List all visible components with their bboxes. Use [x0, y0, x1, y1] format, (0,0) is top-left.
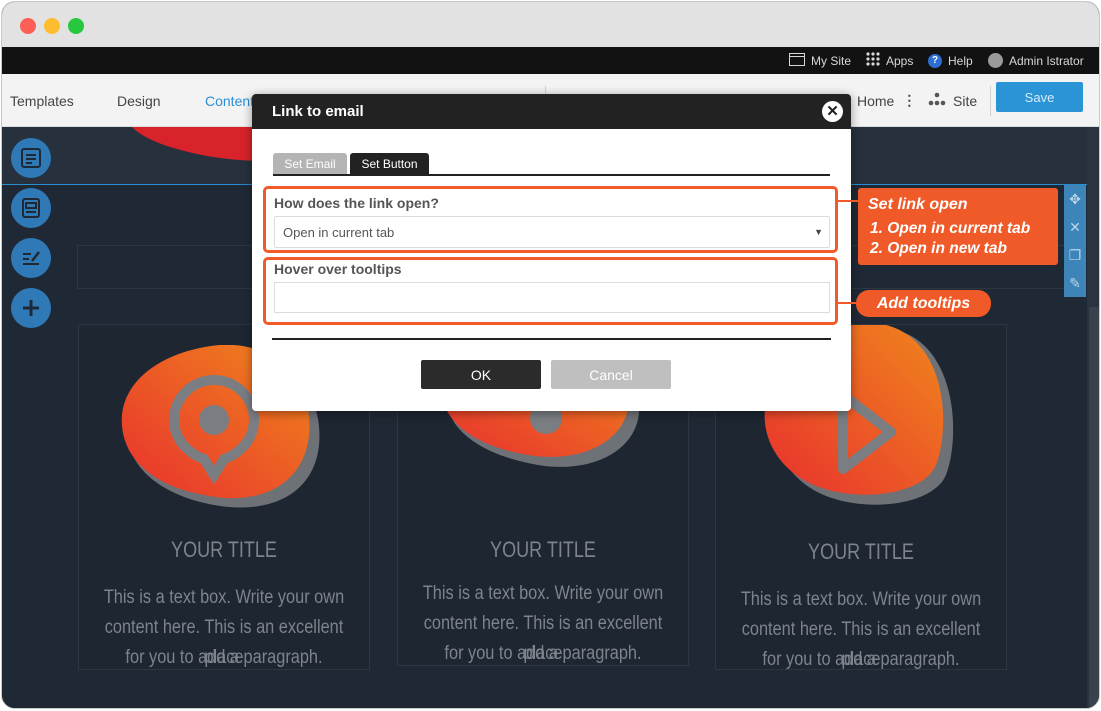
top-admin-bar: My Site Apps ? Help Admin Istrator	[2, 47, 1099, 74]
dialog-tabs: Set Email Set Button	[273, 153, 830, 176]
user-name: Admin Istrator	[1009, 53, 1084, 68]
plus-icon	[23, 300, 39, 316]
callout-set-link-open: Set link open 1. Open in current tab 2. …	[858, 188, 1058, 265]
site-tree-icon	[928, 92, 946, 109]
callout-option: 1. Open in current tab	[870, 220, 1031, 237]
minimize-window-button[interactable]	[44, 18, 60, 34]
site-label: Site	[953, 92, 978, 109]
page-layout-button[interactable]	[11, 138, 51, 178]
callout-title: Set link open	[868, 196, 968, 213]
cancel-button[interactable]: Cancel	[551, 360, 671, 389]
sections-button[interactable]	[11, 188, 51, 228]
edit-icon[interactable]: ✎	[1064, 269, 1086, 297]
card-text-line: This is a text box. Write your own	[422, 583, 664, 604]
apps-label: Apps	[886, 53, 914, 68]
save-button[interactable]: Save	[996, 82, 1083, 112]
user-menu[interactable]: Admin Istrator	[988, 47, 1084, 74]
card-text-line: This is a text box. Write your own	[103, 587, 345, 608]
callout-option: 2. Open in new tab	[870, 240, 1007, 257]
close-icon[interactable]: ✕	[1064, 213, 1086, 241]
sections-icon	[22, 198, 40, 218]
avatar	[988, 53, 1003, 68]
layout-icon	[21, 148, 41, 168]
scrollbar-thumb[interactable]	[1089, 307, 1099, 707]
tab-set-email[interactable]: Set Email	[273, 153, 347, 174]
duplicate-icon[interactable]: ❐	[1064, 241, 1086, 269]
apps-grid-icon	[866, 52, 880, 69]
my-site-link[interactable]: My Site	[789, 47, 851, 74]
card-title: YOUR TITLE	[490, 537, 596, 562]
close-dialog-button[interactable]: ✕	[822, 101, 843, 122]
move-icon[interactable]: ✥	[1064, 185, 1086, 213]
ok-button[interactable]: OK	[421, 360, 541, 389]
site-menu[interactable]: Site	[928, 74, 977, 127]
edit-text-icon	[23, 251, 40, 265]
browser-icon	[789, 52, 805, 69]
help-label: Help	[948, 53, 973, 68]
page-select[interactable]: Home ⋮	[857, 74, 916, 127]
tab-set-button[interactable]: Set Button	[350, 153, 429, 174]
dialog-header: Link to email ✕	[252, 94, 851, 129]
help-icon: ?	[928, 53, 942, 68]
card-text-line: for you to add a paragraph.	[125, 647, 323, 668]
vertical-scrollbar[interactable]	[1087, 127, 1099, 708]
card-text-line: This is a text box. Write your own	[740, 589, 982, 610]
location-pin-icon	[169, 375, 259, 485]
tab-templates[interactable]: Templates	[10, 74, 74, 127]
window-titlebar	[2, 2, 1099, 47]
toolbar-divider	[990, 86, 991, 116]
callout-add-tooltips: Add tooltips	[856, 290, 991, 317]
my-site-label: My Site	[811, 53, 852, 68]
dialog-divider	[272, 338, 831, 340]
callout-connector	[838, 302, 858, 304]
apps-link[interactable]: Apps	[866, 47, 913, 74]
card-title: YOUR TITLE	[808, 539, 914, 564]
highlight-tooltips	[263, 257, 838, 325]
callout-connector	[838, 200, 858, 202]
card-title: YOUR TITLE	[171, 537, 277, 562]
element-tools: ✥ ✕ ❐ ✎	[1064, 185, 1086, 297]
dialog-title: Link to email	[272, 103, 364, 120]
tab-design[interactable]: Design	[117, 74, 161, 127]
close-window-button[interactable]	[20, 18, 36, 34]
help-link[interactable]: ? Help	[928, 47, 973, 74]
edit-content-button[interactable]	[11, 238, 51, 278]
add-element-button[interactable]	[11, 288, 51, 328]
card-text-line: for you to add a paragraph.	[444, 643, 642, 664]
more-vertical-icon: ⋮	[902, 92, 917, 108]
page-select-label: Home	[857, 92, 895, 109]
highlight-link-open	[263, 186, 838, 253]
card-text-line: for you to add a paragraph.	[762, 649, 960, 670]
tab-content[interactable]: Content	[205, 74, 254, 127]
maximize-window-button[interactable]	[68, 18, 84, 34]
close-icon: ✕	[826, 103, 839, 120]
